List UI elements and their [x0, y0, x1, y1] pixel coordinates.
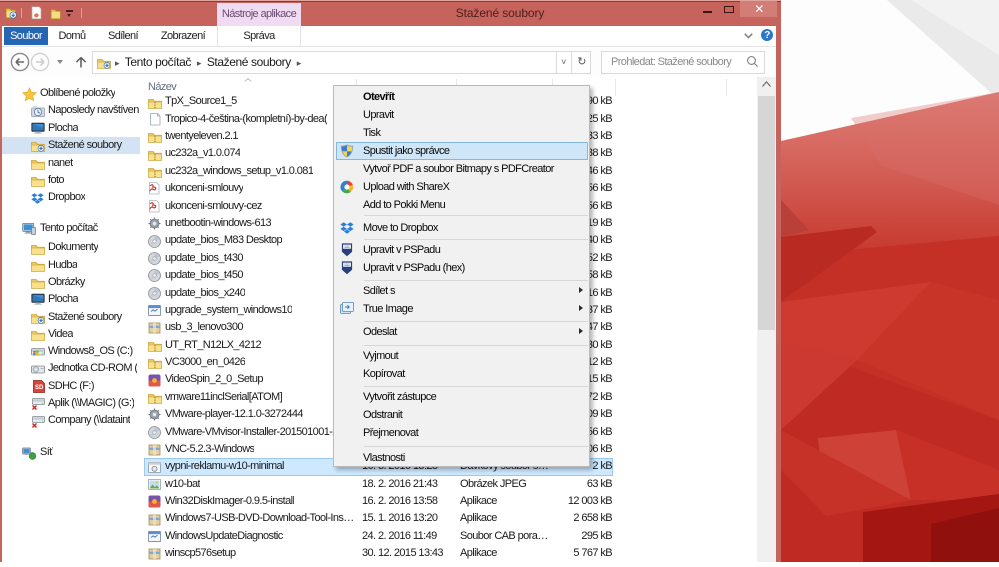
- svg-text:SD: SD: [35, 385, 44, 391]
